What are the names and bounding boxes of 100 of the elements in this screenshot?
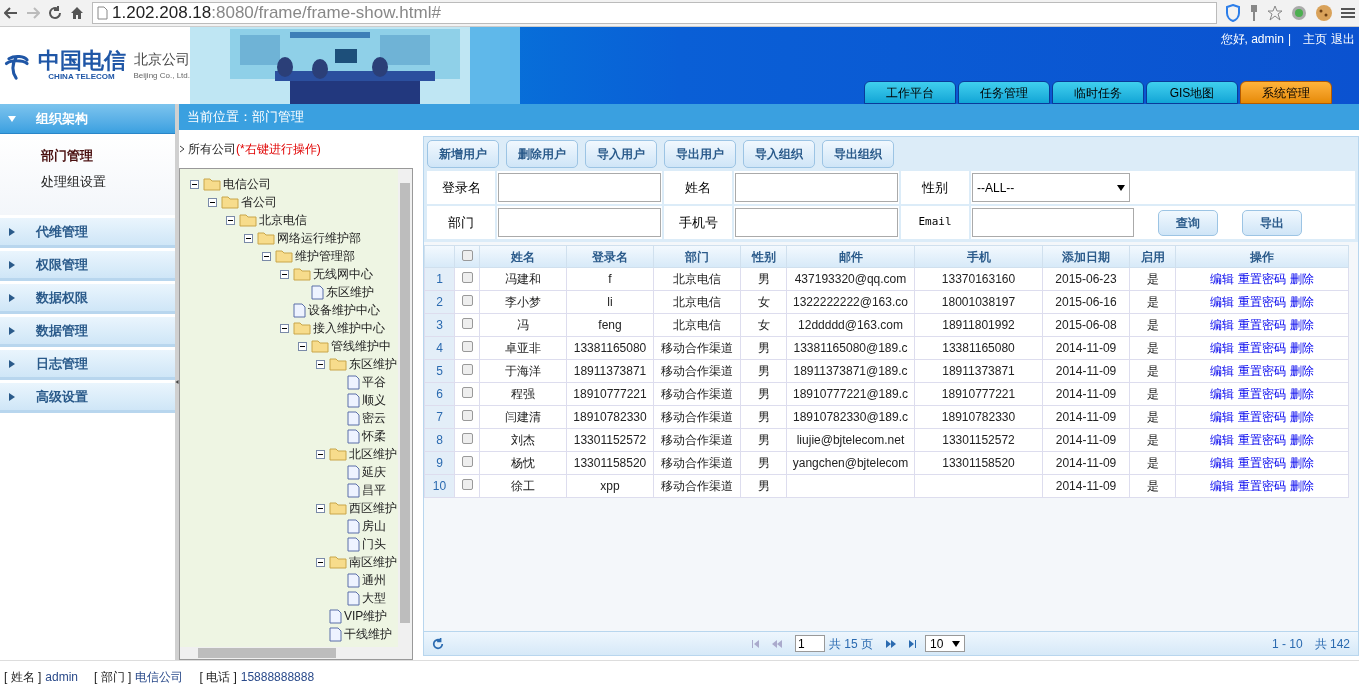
tree-node-label[interactable]: 电信公司	[223, 175, 271, 193]
refresh-icon[interactable]	[432, 637, 444, 650]
tree-node-label[interactable]: 维护管理部	[295, 247, 355, 265]
select-all-checkbox[interactable]	[461, 249, 473, 261]
sidebar-group-header[interactable]: 高级设置	[0, 383, 175, 413]
tree-node-label[interactable]: 接入维护中心	[313, 319, 385, 337]
caret-icon[interactable]	[8, 293, 16, 302]
nav-tab[interactable]: 任务管理	[958, 81, 1050, 104]
action-link[interactable]: 编辑	[1210, 479, 1234, 493]
action-link[interactable]: 重置密码	[1238, 387, 1286, 401]
action-link[interactable]: 重置密码	[1238, 295, 1286, 309]
vertical-scrollbar[interactable]	[398, 169, 412, 647]
toolbar-button[interactable]: 导出组织	[822, 140, 894, 168]
sidebar-group-header[interactable]: 数据管理	[0, 317, 175, 347]
tree-node-label[interactable]: VIP维护	[344, 607, 388, 625]
action-link[interactable]: 删除	[1290, 410, 1314, 424]
input-field[interactable]	[972, 208, 1134, 237]
input-field[interactable]	[735, 173, 898, 202]
row-checkbox[interactable]	[461, 318, 473, 329]
nav-tab[interactable]: 系统管理	[1240, 81, 1332, 104]
toolbar-button[interactable]: 导入用户	[585, 140, 657, 168]
tree-node-label[interactable]: 大型	[362, 589, 386, 607]
nav-tab[interactable]: GIS地图	[1146, 81, 1238, 104]
collapse-icon[interactable]	[316, 359, 325, 369]
action-link[interactable]: 删除	[1290, 295, 1314, 309]
action-link[interactable]: 重置密码	[1238, 410, 1286, 424]
row-checkbox[interactable]	[461, 387, 473, 398]
tree-node-label[interactable]: 通州	[362, 571, 386, 589]
action-link[interactable]: 编辑	[1210, 318, 1234, 332]
form-button[interactable]: 导出	[1242, 209, 1302, 236]
tree-node-label[interactable]: 西区维护	[349, 499, 397, 517]
action-link[interactable]: 重置密码	[1238, 272, 1286, 286]
action-link[interactable]: 重置密码	[1238, 479, 1286, 493]
action-link[interactable]: 编辑	[1210, 364, 1234, 378]
key-icon[interactable]	[1249, 4, 1259, 22]
toolbar-button[interactable]: 删除用户	[506, 140, 578, 168]
caret-icon[interactable]	[8, 260, 16, 269]
sidebar-group-header[interactable]: 代维管理	[0, 218, 175, 248]
column-header[interactable]: 部门	[653, 245, 741, 268]
sidebar-item[interactable]: 处理组设置	[41, 171, 175, 191]
caret-icon[interactable]	[8, 227, 16, 236]
tree-node-label[interactable]: 延庆	[362, 463, 386, 481]
tree-node-label[interactable]: 平谷	[362, 373, 386, 391]
shield-icon[interactable]	[1225, 4, 1241, 22]
tree-node-label[interactable]: 南区维护	[349, 553, 397, 571]
tree-node-label[interactable]: 无线网中心	[313, 265, 373, 283]
column-header[interactable]: 启用	[1129, 245, 1176, 268]
sidebar-group-header[interactable]: 权限管理	[0, 251, 175, 281]
row-checkbox[interactable]	[461, 433, 473, 444]
row-checkbox[interactable]	[461, 295, 473, 306]
cookie-icon[interactable]	[1315, 4, 1333, 22]
collapse-icon[interactable]	[244, 233, 253, 243]
home-icon[interactable]	[70, 6, 84, 20]
column-header[interactable]: 手机	[914, 245, 1043, 268]
collapse-icon[interactable]	[226, 215, 235, 225]
collapse-icon[interactable]	[280, 323, 289, 333]
toolbar-button[interactable]: 新增用户	[427, 140, 499, 168]
tree-node-label[interactable]: 房山	[362, 517, 386, 535]
status-icon[interactable]	[1291, 5, 1307, 21]
action-link[interactable]: 编辑	[1210, 456, 1234, 470]
row-checkbox[interactable]	[461, 341, 473, 352]
menu-icon[interactable]	[1341, 6, 1355, 20]
row-checkbox[interactable]	[461, 479, 473, 490]
sidebar-group-header[interactable]: 日志管理	[0, 350, 175, 380]
tree-node-label[interactable]: 管线维护中	[331, 337, 391, 355]
tree-node-label[interactable]: 省公司	[241, 193, 277, 211]
caret-icon[interactable]	[952, 639, 960, 648]
column-header[interactable]: 邮件	[786, 245, 915, 268]
star-icon[interactable]	[1267, 5, 1283, 21]
tree-node-label[interactable]: 门头	[362, 535, 386, 553]
caret-icon[interactable]	[1117, 183, 1125, 192]
action-link[interactable]: 重置密码	[1238, 341, 1286, 355]
action-link[interactable]: 编辑	[1210, 295, 1234, 309]
column-header[interactable]: 添加日期	[1042, 245, 1130, 268]
action-link[interactable]: 重置密码	[1238, 364, 1286, 378]
column-header[interactable]: 性别	[740, 245, 787, 268]
tree-node-label[interactable]: 设备维护中心	[308, 301, 380, 319]
action-link[interactable]: 编辑	[1210, 410, 1234, 424]
sidebar-group-header[interactable]: 数据权限	[0, 284, 175, 314]
address-bar[interactable]: 1.202.208.18:8080/frame/frame-show.html#	[92, 2, 1217, 24]
action-link[interactable]: 重置密码	[1238, 318, 1286, 332]
next-page-icon[interactable]	[885, 639, 897, 648]
action-link[interactable]: 删除	[1290, 318, 1314, 332]
caret-icon[interactable]	[8, 392, 16, 401]
action-link[interactable]: 删除	[1290, 456, 1314, 470]
tree-node-label[interactable]: 东区维护	[349, 355, 397, 373]
action-link[interactable]: 删除	[1290, 387, 1314, 401]
header-link[interactable]: 退出	[1331, 30, 1355, 48]
tree-node-label[interactable]: 干线维护	[344, 625, 392, 643]
row-checkbox[interactable]	[461, 272, 473, 283]
tree-node-label[interactable]: 北京电信	[259, 211, 307, 229]
action-link[interactable]: 删除	[1290, 433, 1314, 447]
row-checkbox[interactable]	[461, 364, 473, 375]
toolbar-button[interactable]: 导入组织	[743, 140, 815, 168]
input-field[interactable]	[498, 173, 661, 202]
collapse-icon[interactable]	[316, 503, 325, 513]
tree-node-label[interactable]: 北区维护	[349, 445, 397, 463]
dropdown[interactable]: --ALL--	[972, 173, 1130, 202]
reload-icon[interactable]	[48, 6, 62, 20]
input-field[interactable]	[735, 208, 898, 237]
